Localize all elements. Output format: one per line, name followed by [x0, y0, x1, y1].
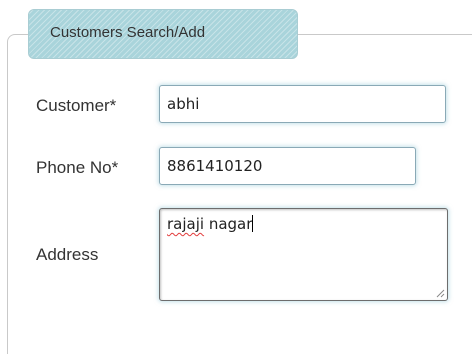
address-textarea[interactable]: rajaji nagar: [159, 208, 448, 301]
form-title: Customers Search/Add: [50, 24, 206, 41]
customer-input-value: abhi: [167, 95, 200, 113]
fieldset-border: [7, 34, 472, 354]
resize-grip-icon[interactable]: [435, 288, 445, 298]
address-misspelled-word: rajaji: [167, 215, 205, 233]
customer-label: Customer*: [36, 96, 117, 115]
customer-input[interactable]: abhi: [159, 85, 446, 123]
address-text: nagar: [204, 215, 253, 233]
text-caret: [252, 215, 254, 232]
phone-input[interactable]: 8861410120: [159, 147, 416, 185]
phone-input-value: 8861410120: [167, 157, 263, 175]
phone-label: Phone No*: [36, 158, 119, 177]
address-label: Address: [36, 245, 99, 264]
